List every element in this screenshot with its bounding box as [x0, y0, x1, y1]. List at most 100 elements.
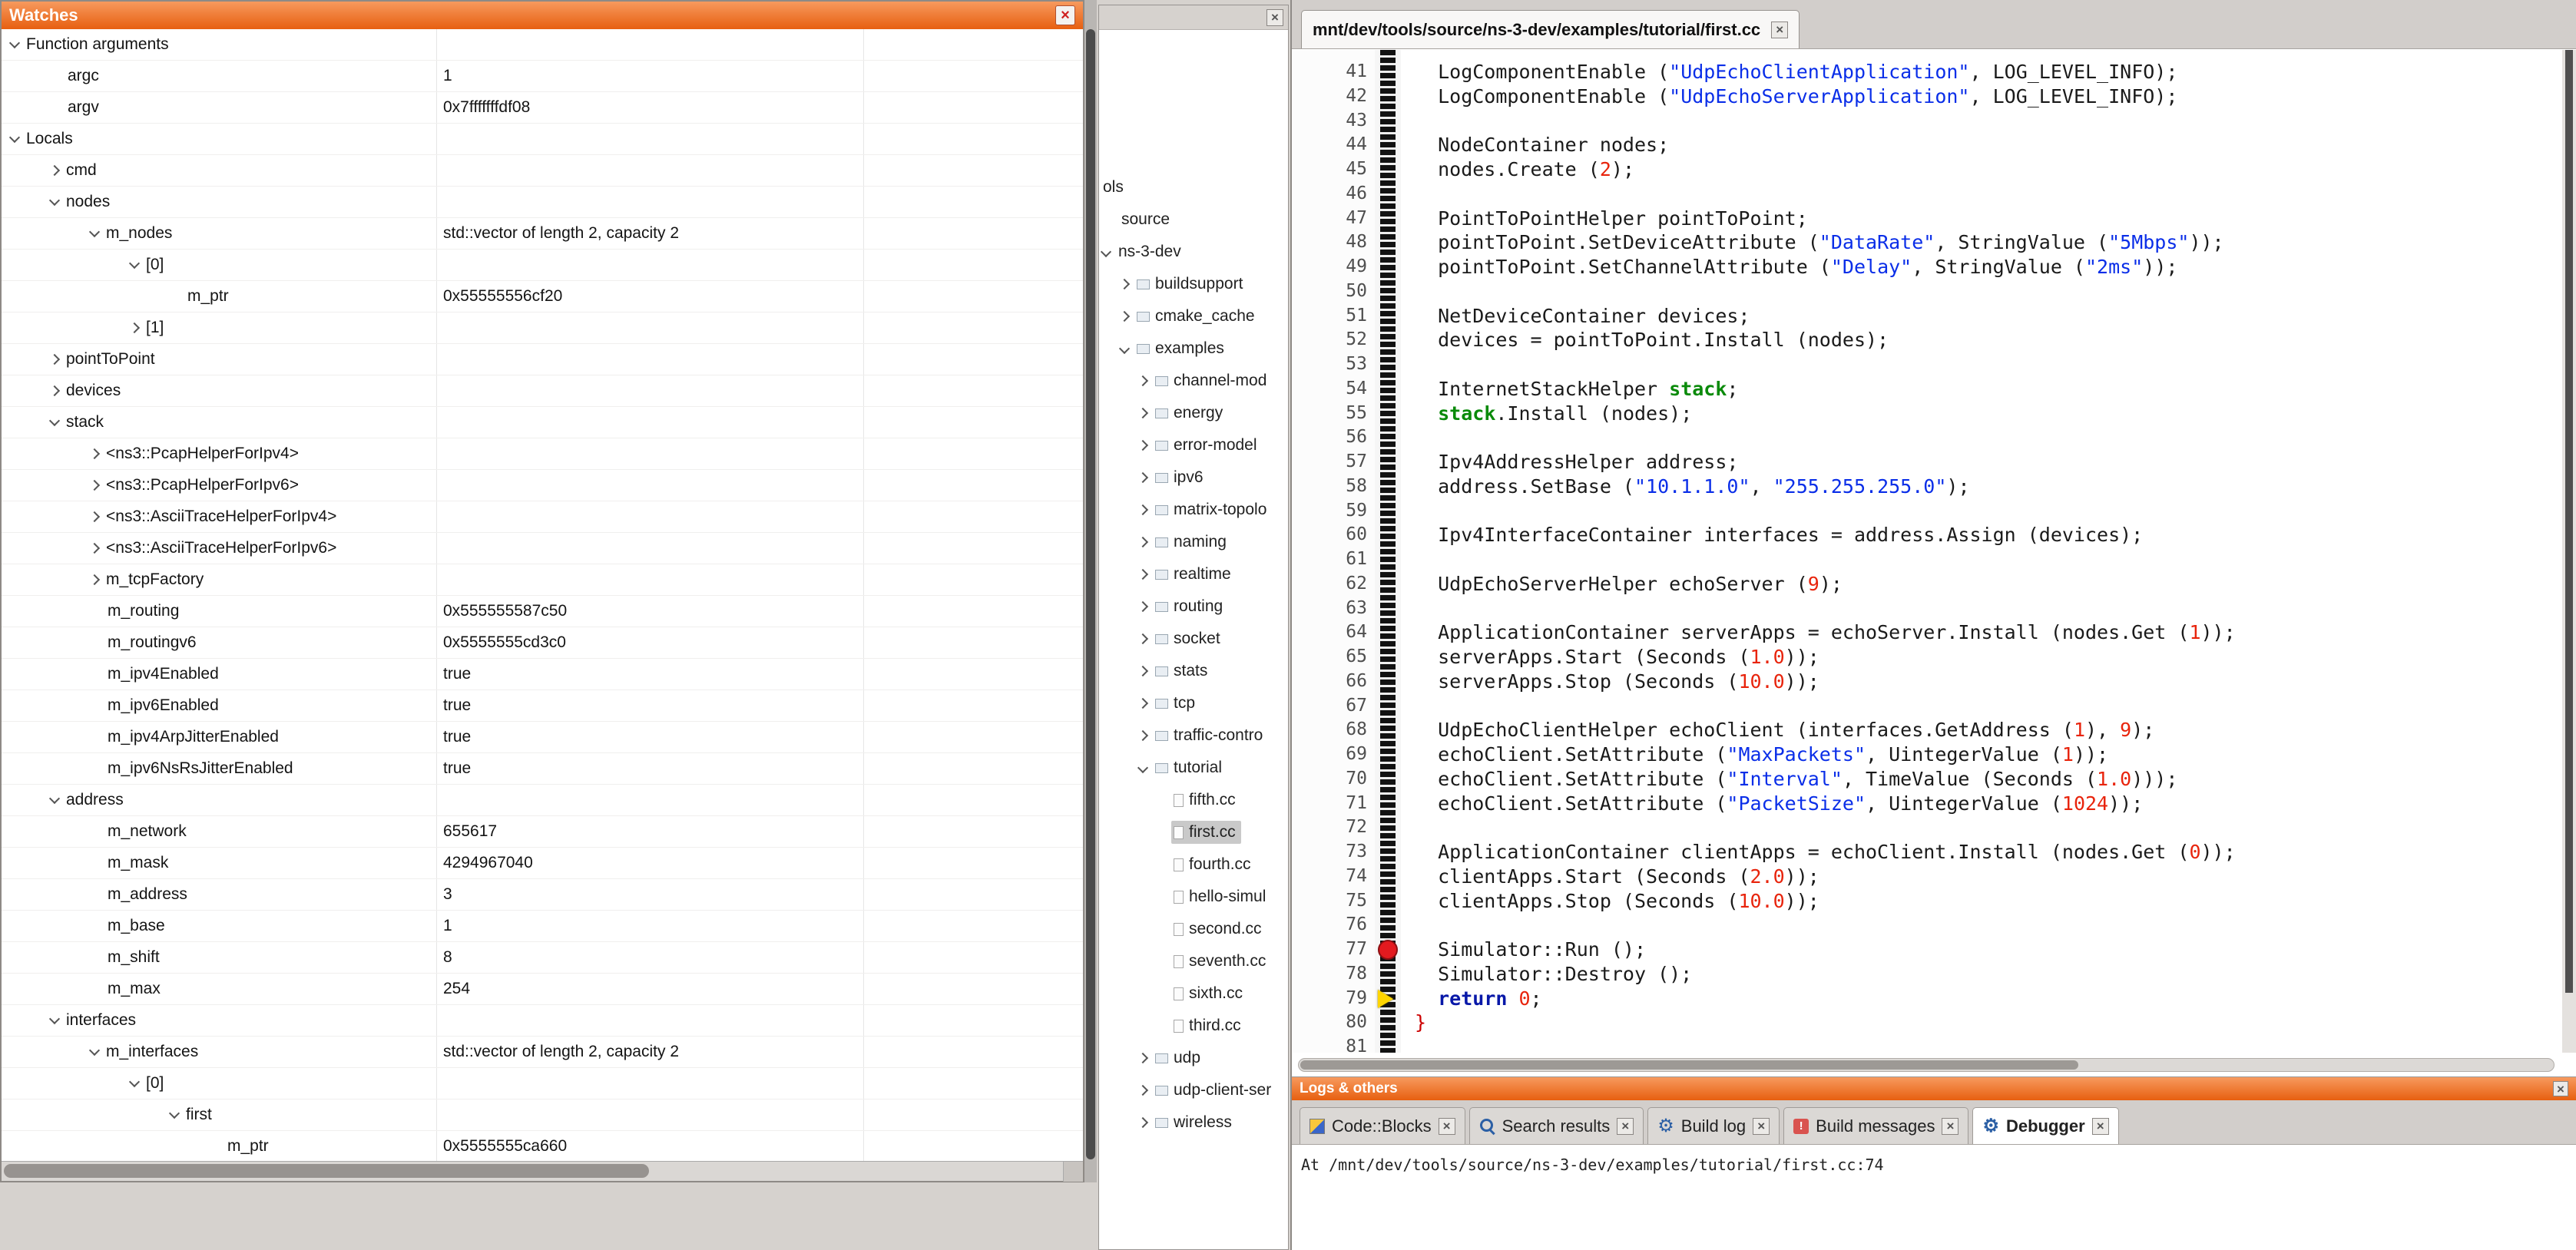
watch-row[interactable]: pointToPoint: [2, 344, 1083, 375]
watch-row[interactable]: m_mask4294967040: [2, 848, 1083, 879]
code-line[interactable]: [1415, 1035, 2562, 1053]
expand-icon[interactable]: [49, 385, 60, 396]
collapse-icon[interactable]: [49, 415, 60, 425]
code-line[interactable]: PointToPointHelper pointToPoint;: [1415, 207, 2562, 231]
watch-value-cell[interactable]: [436, 155, 863, 186]
line-number[interactable]: 76: [1292, 913, 1367, 938]
close-icon[interactable]: ×: [2553, 1081, 2568, 1096]
code-line[interactable]: echoClient.SetAttribute ("PacketSize", U…: [1415, 792, 2562, 816]
line-number[interactable]: 66: [1292, 670, 1367, 694]
expand-icon[interactable]: [1137, 537, 1148, 547]
watch-row[interactable]: <ns3::PcapHelperForIpv4>: [2, 438, 1083, 470]
watch-value-cell[interactable]: 1: [436, 61, 863, 91]
watch-row[interactable]: <ns3::AsciiTraceHelperForIpv4>: [2, 501, 1083, 533]
logs-tab-debugger[interactable]: ⚙Debugger×: [1972, 1107, 2118, 1144]
tree-item-stats[interactable]: stats: [1099, 655, 1288, 687]
watch-row[interactable]: Locals: [2, 124, 1083, 155]
code-line[interactable]: [1415, 279, 2562, 304]
watch-row[interactable]: m_tcpFactory: [2, 564, 1083, 596]
watch-value-cell[interactable]: 3: [436, 879, 863, 910]
line-number[interactable]: 53: [1292, 352, 1367, 377]
line-number[interactable]: 42: [1292, 84, 1367, 109]
line-number[interactable]: 75: [1292, 889, 1367, 914]
expand-icon[interactable]: [1137, 1053, 1148, 1063]
watch-row[interactable]: m_base1: [2, 911, 1083, 942]
code-line[interactable]: Simulator::Destroy ();: [1415, 962, 2562, 987]
watches-titlebar[interactable]: Watches ×: [2, 2, 1083, 29]
close-icon[interactable]: ×: [1753, 1118, 1770, 1135]
watch-row[interactable]: devices: [2, 375, 1083, 407]
tree-item-udp[interactable]: udp: [1099, 1042, 1288, 1074]
code-line[interactable]: NetDeviceContainer devices;: [1415, 304, 2562, 329]
tree-item-channel-mod[interactable]: channel-mod: [1099, 365, 1288, 397]
watch-row[interactable]: m_ptr0x55555556cf20: [2, 281, 1083, 312]
collapse-icon[interactable]: [89, 226, 100, 236]
tree-item-cmake-cache[interactable]: cmake_cache: [1099, 300, 1288, 332]
watch-value-cell[interactable]: [436, 375, 863, 406]
watch-value-cell[interactable]: true: [436, 659, 863, 689]
watch-value-cell[interactable]: [436, 1068, 863, 1099]
expand-icon[interactable]: [1137, 504, 1148, 515]
line-number[interactable]: 45: [1292, 157, 1367, 182]
line-number[interactable]: 48: [1292, 230, 1367, 255]
close-icon[interactable]: ×: [1055, 5, 1075, 25]
expand-icon[interactable]: [1137, 569, 1148, 580]
code-line[interactable]: [1415, 597, 2562, 621]
code-line[interactable]: pointToPoint.SetChannelAttribute ("Delay…: [1415, 255, 2562, 279]
scrollbar-thumb[interactable]: [4, 1164, 649, 1178]
collapse-icon[interactable]: [89, 1044, 100, 1055]
watch-value-cell[interactable]: [436, 438, 863, 469]
line-number[interactable]: 78: [1292, 962, 1367, 987]
collapse-icon[interactable]: [1119, 343, 1130, 354]
code-line[interactable]: serverApps.Stop (Seconds (10.0));: [1415, 670, 2562, 694]
code-line[interactable]: [1415, 547, 2562, 572]
watch-value-cell[interactable]: 254: [436, 974, 863, 1004]
code-line[interactable]: [1415, 499, 2562, 524]
tree-item-fifth-cc[interactable]: fifth.cc: [1099, 784, 1288, 816]
tree-item-ipv6[interactable]: ipv6: [1099, 461, 1288, 494]
expand-icon[interactable]: [1137, 1085, 1148, 1096]
code-line[interactable]: }: [1415, 1010, 2562, 1035]
watch-row[interactable]: m_ipv4Enabledtrue: [2, 659, 1083, 690]
tree-item-fourth-cc[interactable]: fourth.cc: [1099, 848, 1288, 881]
editor-vertical-scrollbar[interactable]: [2562, 50, 2576, 1053]
watch-row[interactable]: <ns3::AsciiTraceHelperForIpv6>: [2, 533, 1083, 564]
watch-value-cell[interactable]: 0x5555555cd3c0: [436, 627, 863, 658]
watch-value-cell[interactable]: true: [436, 722, 863, 752]
expand-icon[interactable]: [1119, 279, 1130, 289]
watch-value-cell[interactable]: [436, 187, 863, 217]
tree-item-error-model[interactable]: error-model: [1099, 429, 1288, 461]
expand-icon[interactable]: [1137, 1117, 1148, 1128]
code-line[interactable]: devices = pointToPoint.Install (nodes);: [1415, 328, 2562, 352]
collapse-icon[interactable]: [129, 257, 140, 268]
expand-icon[interactable]: [1137, 440, 1148, 451]
watch-value-cell[interactable]: [436, 1005, 863, 1036]
watch-value-cell[interactable]: 0x7fffffffdf08: [436, 92, 863, 123]
watch-value-cell[interactable]: 0x555555587c50: [436, 596, 863, 627]
watch-row[interactable]: argv0x7fffffffdf08: [2, 92, 1083, 124]
code-line[interactable]: UdpEchoServerHelper echoServer (9);: [1415, 572, 2562, 597]
line-number[interactable]: 77: [1292, 938, 1367, 962]
collapse-icon[interactable]: [49, 194, 60, 205]
watch-value-cell[interactable]: [436, 1100, 863, 1130]
collapse-icon[interactable]: [49, 1013, 60, 1023]
watch-value-cell[interactable]: 4294967040: [436, 848, 863, 878]
logs-titlebar[interactable]: Logs & others ×: [1292, 1077, 2576, 1100]
tree-item-sixth-cc[interactable]: sixth.cc: [1099, 977, 1288, 1010]
code-line[interactable]: [1415, 352, 2562, 377]
code-line[interactable]: [1415, 694, 2562, 719]
code-line[interactable]: LogComponentEnable ("UdpEchoClientApplic…: [1415, 60, 2562, 84]
watch-row[interactable]: stack: [2, 407, 1083, 438]
tree-item-socket[interactable]: socket: [1099, 623, 1288, 655]
watch-row[interactable]: m_routingv60x5555555cd3c0: [2, 627, 1083, 659]
expand-icon[interactable]: [49, 165, 60, 176]
close-icon[interactable]: ×: [1942, 1118, 1958, 1135]
line-number[interactable]: 50: [1292, 279, 1367, 304]
watch-value-cell[interactable]: [436, 250, 863, 280]
close-icon[interactable]: ×: [1771, 21, 1788, 38]
tree-item-wireless[interactable]: wireless: [1099, 1106, 1288, 1139]
watch-row[interactable]: Function arguments: [2, 29, 1083, 61]
code-line[interactable]: [1415, 913, 2562, 938]
code-line[interactable]: stack.Install (nodes);: [1415, 402, 2562, 426]
collapse-icon[interactable]: [9, 131, 20, 142]
